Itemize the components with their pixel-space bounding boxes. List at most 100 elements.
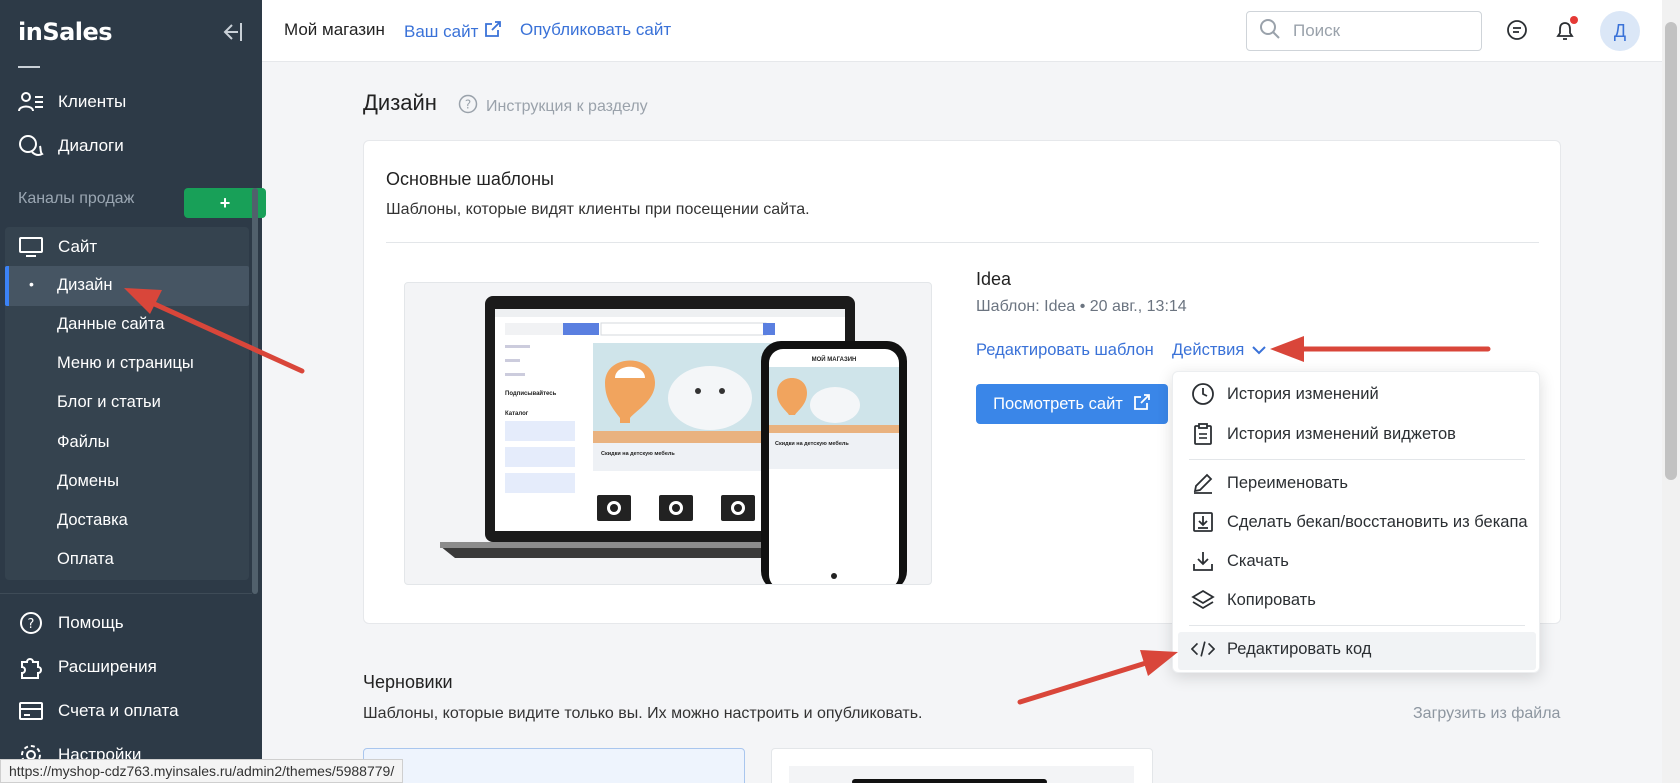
draft-card[interactable] <box>363 748 745 783</box>
drafts-subtitle: Шаблоны, которые видите только вы. Их мо… <box>363 705 923 722</box>
menu-item-label: История изменений виджетов <box>1227 424 1456 443</box>
menu-item-label: Скачать <box>1227 551 1289 570</box>
drafts-title: Черновики <box>363 672 453 692</box>
messages-icon[interactable] <box>1502 16 1532 46</box>
scrollbar-thumb[interactable] <box>1665 22 1677 480</box>
theme-name: Idea <box>976 269 1012 289</box>
active-item-highlight <box>5 266 249 306</box>
your-site-link[interactable]: Ваш сайт <box>404 20 502 43</box>
question-icon: ? <box>458 94 478 119</box>
menu-item-history[interactable]: История изменений <box>1191 382 1379 406</box>
notifications-icon[interactable] <box>1550 16 1580 46</box>
clients-icon <box>18 89 44 115</box>
menu-item-widget-history[interactable]: История изменений виджетов <box>1191 422 1456 446</box>
actions-dropdown-button[interactable]: Действия <box>1172 341 1267 360</box>
help-label: Инструкция к разделу <box>486 97 648 115</box>
preview-promo: Скидки на детскую мебель <box>601 450 675 457</box>
sidebar-item-dialogs[interactable]: Диалоги <box>18 131 124 161</box>
search-input[interactable]: Поиск <box>1246 11 1482 51</box>
external-link-icon <box>1133 393 1151 416</box>
monitor-icon <box>18 234 44 260</box>
sidebar-subitem-design[interactable]: Дизайн <box>57 276 112 295</box>
collapse-sidebar-icon[interactable] <box>218 19 244 45</box>
preview-phone-promo: Скидки на детскую мебель <box>775 440 849 447</box>
sales-channels-label: Каналы продаж <box>18 190 135 207</box>
chat-icon <box>18 133 44 159</box>
sidebar-item-help[interactable]: ? Помощь <box>18 608 124 638</box>
notification-badge <box>1570 16 1578 24</box>
clock-icon <box>1191 382 1215 406</box>
active-bullet: • <box>29 276 34 292</box>
sidebar-divider <box>0 593 252 594</box>
card-divider <box>386 242 1539 243</box>
preview-store-title: МОЙ МАГАЗИН <box>812 355 857 363</box>
status-bar-url: https://myshop-cdz763.myinsales.ru/admin… <box>0 759 404 783</box>
view-site-label: Посмотреть сайт <box>993 394 1123 413</box>
sidebar-subitem-payment[interactable]: Оплата <box>57 550 114 569</box>
your-site-label: Ваш сайт <box>404 21 479 41</box>
help-link[interactable]: ? Инструкция к разделу <box>458 94 648 119</box>
svg-text:?: ? <box>465 98 471 112</box>
sidebar-item-label: Диалоги <box>58 136 124 155</box>
theme-preview-image[interactable]: Скидки на детскую мебель Подписывайтесь … <box>404 282 932 585</box>
svg-text:?: ? <box>28 617 35 632</box>
clipboard-icon <box>1191 422 1215 446</box>
external-link-icon <box>484 20 502 43</box>
menu-item-edit-code[interactable]: Редактировать код <box>1191 637 1371 661</box>
menu-item-label: История изменений <box>1227 384 1379 403</box>
sidebar-scrollbar[interactable] <box>252 188 258 594</box>
menu-item-label: Сделать бекап/восстановить из бекапа <box>1227 512 1528 531</box>
menu-item-rename[interactable]: Переименовать <box>1191 471 1348 495</box>
sidebar-subitem-domains[interactable]: Домены <box>57 472 119 491</box>
layers-icon <box>1191 588 1215 612</box>
pencil-icon <box>1191 471 1215 495</box>
top-header: Мой магазин Ваш сайт Опубликовать сайт П… <box>262 0 1662 62</box>
sidebar-item-label: Счета и оплата <box>58 701 179 720</box>
avatar[interactable]: Д <box>1600 11 1640 51</box>
menu-item-copy[interactable]: Копировать <box>1191 588 1316 612</box>
menu-item-label: Переименовать <box>1227 473 1348 492</box>
sidebar-item-extensions[interactable]: Расширения <box>18 652 157 682</box>
sidebar-item-label: Клиенты <box>58 92 127 111</box>
sidebar-subitem-delivery[interactable]: Доставка <box>57 511 128 530</box>
store-name[interactable]: Мой магазин <box>284 20 385 40</box>
menu-item-download[interactable]: Скачать <box>1191 549 1289 573</box>
download-icon <box>1191 549 1215 573</box>
sidebar-subitem-files[interactable]: Файлы <box>57 433 109 452</box>
insales-logo[interactable]: inSales <box>18 18 113 46</box>
page-title: Дизайн <box>363 90 437 115</box>
sidebar-item-label: Расширения <box>58 657 157 676</box>
edit-template-link[interactable]: Редактировать шаблон <box>976 341 1154 360</box>
view-site-button[interactable]: Посмотреть сайт <box>976 384 1168 424</box>
sidebar-subitem-blog[interactable]: Блог и статьи <box>57 393 161 412</box>
card-icon <box>18 698 44 724</box>
actions-label: Действия <box>1172 341 1245 359</box>
menu-divider <box>1189 625 1525 626</box>
sidebar-item-billing[interactable]: Счета и оплата <box>18 696 179 726</box>
sidebar-item-label: Помощь <box>58 613 124 632</box>
preview-catalog: Каталог <box>505 411 529 417</box>
theme-meta: Шаблон: Idea • 20 авг., 13:14 <box>976 298 1187 315</box>
actions-menu: История изменений История изменений видж… <box>1172 371 1540 673</box>
menu-divider <box>1189 459 1525 460</box>
sidebar-item-site[interactable]: Сайт <box>18 232 97 262</box>
menu-item-label: Копировать <box>1227 590 1316 609</box>
draft-card[interactable] <box>771 748 1153 783</box>
sidebar-subitem-menu-pages[interactable]: Меню и страницы <box>57 354 194 373</box>
page-scrollbar[interactable] <box>1662 0 1680 783</box>
chevron-down-icon <box>1252 341 1267 360</box>
search-placeholder: Поиск <box>1293 21 1341 40</box>
help-icon: ? <box>18 610 44 636</box>
menu-item-backup[interactable]: Сделать бекап/восстановить из бекапа <box>1191 510 1528 534</box>
section-title: Основные шаблоны <box>386 169 554 189</box>
publish-site-link[interactable]: Опубликовать сайт <box>520 20 671 40</box>
sidebar-item-label: Сайт <box>58 237 98 256</box>
sidebar-subitem-site-data[interactable]: Данные сайта <box>57 315 164 334</box>
arrow-to-edit-code <box>1017 650 1178 705</box>
upload-from-file-link[interactable]: Загрузить из файла <box>1413 705 1560 723</box>
preview-subscribe: Подписывайтесь <box>505 390 557 397</box>
section-subtitle: Шаблоны, которые видят клиенты при посещ… <box>386 201 810 218</box>
code-icon <box>1191 637 1215 661</box>
backup-icon <box>1191 510 1215 534</box>
sidebar-item-clients[interactable]: Клиенты <box>18 87 126 117</box>
